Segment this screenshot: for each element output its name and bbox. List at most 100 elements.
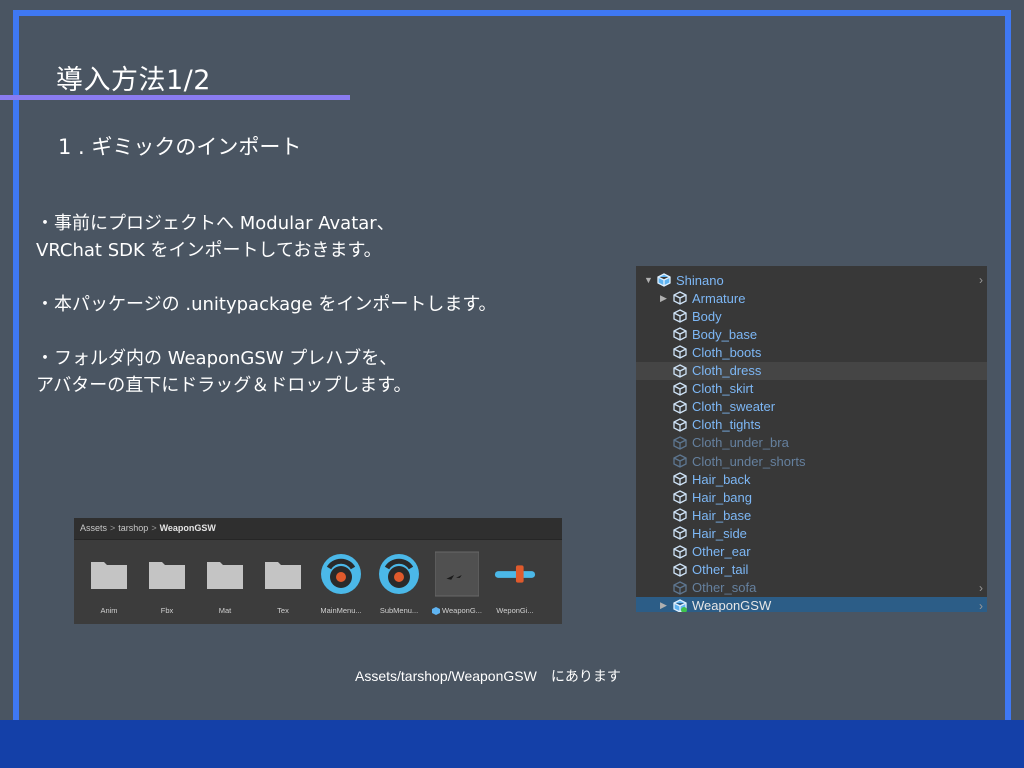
hierarchy-row[interactable]: Cloth_under_shorts: [636, 452, 987, 470]
hierarchy-row[interactable]: Cloth_sweater: [636, 398, 987, 416]
folder-icon: [91, 562, 127, 589]
folder-icon: [207, 562, 243, 589]
hierarchy-row[interactable]: Other_sofa ›: [636, 579, 987, 597]
hierarchy-row[interactable]: Hair_side: [636, 524, 987, 542]
gameobject-cube-icon: [673, 291, 687, 305]
asset-label: Anim: [100, 606, 118, 615]
instruction-line: ・事前にプロジェクトへ Modular Avatar、: [36, 213, 395, 234]
gameobject-cube-icon: [673, 490, 687, 504]
hierarchy-row-label: Hair_side: [692, 525, 747, 541]
asset-parameters[interactable]: WeponGi...: [486, 552, 544, 615]
asset-folder-anim[interactable]: Anim: [80, 552, 138, 615]
gameobject-cube-icon: [673, 544, 687, 559]
hierarchy-row[interactable]: Hair_bang: [636, 488, 987, 506]
asset-folder-tex[interactable]: Tex: [254, 552, 312, 615]
gameobject-cube-icon: [673, 562, 687, 577]
breadcrumb-separator: >: [151, 523, 157, 533]
hierarchy-row[interactable]: Body_base: [636, 325, 987, 343]
asset-label: Mat: [218, 606, 232, 615]
gameobject-cube-icon: [673, 436, 687, 450]
hierarchy-row-label: Cloth_tights: [692, 417, 761, 433]
gameobject-cube-icon: [673, 580, 687, 595]
instruction-item: ・事前にプロジェクトへ Modular Avatar、 VRChat SDK を…: [36, 210, 497, 264]
hierarchy-row[interactable]: ▶ WeaponGSW ›: [636, 596, 987, 612]
title-underline: [0, 95, 350, 100]
asset-main-menu[interactable]: MainMenu...: [312, 552, 370, 615]
folder-icon: [149, 562, 185, 589]
gameobject-cube-icon: [657, 273, 671, 287]
hierarchy-row-label: Other_sofa: [692, 580, 757, 596]
hierarchy-row[interactable]: Body: [636, 307, 987, 325]
hierarchy-row[interactable]: Cloth_skirt: [636, 380, 987, 398]
instruction-line: VRChat SDK をインポートしておきます。: [36, 240, 382, 261]
hierarchy-row[interactable]: ▶ Armature: [636, 289, 987, 307]
hierarchy-row-label: Body: [692, 308, 722, 324]
breadcrumb: Assets > tarshop > WeaponGSW: [74, 518, 562, 540]
open-prefab-chevron-icon[interactable]: ›: [979, 581, 983, 595]
hierarchy-row[interactable]: Cloth_boots: [636, 343, 987, 361]
instruction-list: ・事前にプロジェクトへ Modular Avatar、 VRChat SDK を…: [36, 210, 497, 426]
gameobject-cube-icon: [673, 508, 687, 523]
expand-arrow-closed-icon[interactable]: ▶: [660, 600, 667, 611]
gameobject-cube-icon: [673, 418, 687, 432]
expression-menu-icon: [379, 554, 419, 594]
hierarchy-row[interactable]: Cloth_dress: [636, 361, 987, 380]
hierarchy-row[interactable]: Cloth_tights: [636, 416, 987, 434]
hierarchy-row-label: Cloth_under_bra: [692, 435, 789, 451]
instruction-line: ・本パッケージの .unitypackage をインポートします。: [36, 294, 497, 315]
prefab-cube-icon: [432, 606, 441, 615]
asset-label: SubMenu...: [379, 606, 419, 615]
asset-folder-mat[interactable]: Mat: [196, 552, 254, 615]
hierarchy-row-label: Body_base: [692, 326, 758, 342]
hierarchy-row-label: Cloth_skirt: [692, 381, 754, 397]
hierarchy-row[interactable]: Other_tail: [636, 561, 987, 579]
open-prefab-chevron-icon[interactable]: ›: [979, 273, 983, 287]
expression-menu-icon: [321, 554, 361, 594]
hierarchy-row[interactable]: Hair_back: [636, 470, 987, 488]
breadcrumb-separator: >: [110, 523, 116, 533]
asset-label: Tex: [277, 606, 289, 615]
hierarchy-row-label: Cloth_sweater: [692, 399, 776, 415]
breadcrumb-item[interactable]: Assets: [80, 523, 107, 533]
hierarchy-row-label: Hair_back: [692, 471, 751, 487]
folder-icon: [265, 562, 301, 589]
breadcrumb-current[interactable]: WeaponGSW: [160, 523, 216, 533]
gameobject-cube-icon: [673, 327, 687, 342]
unity-project-panel: Assets > tarshop > WeaponGSW Anim Fbx Mat Te…: [74, 518, 562, 624]
bottom-bar: [0, 720, 1024, 768]
asset-label: WeaponG...: [432, 606, 482, 615]
instruction-item: ・フォルダ内の WeaponGSW プレハブを、 アバターの直下にドラッグ＆ドロ…: [36, 345, 497, 399]
asset-prefab-weapongsw[interactable]: WeaponG...: [428, 551, 486, 615]
hierarchy-row-label: Cloth_under_shorts: [692, 453, 806, 469]
hierarchy-row-label: Shinano: [676, 272, 724, 288]
gameobject-cube-icon: [673, 345, 687, 360]
parameters-icon: [494, 565, 536, 583]
asset-folder-fbx[interactable]: Fbx: [138, 552, 196, 615]
hierarchy-row-label: Cloth_dress: [692, 363, 762, 378]
asset-grid: Anim Fbx Mat Tex MainMenu... SubMenu... …: [74, 540, 562, 615]
asset-label-text: WeaponG...: [442, 606, 482, 615]
hierarchy-row-label: Hair_bang: [692, 489, 752, 505]
hierarchy-row-label: Cloth_boots: [692, 344, 762, 360]
hierarchy-row[interactable]: Hair_base: [636, 506, 987, 524]
gameobject-cube-icon: [673, 363, 687, 378]
slide-title: 導入方法1/2: [56, 65, 211, 96]
expand-arrow-open-icon[interactable]: ▼: [644, 275, 653, 285]
unity-hierarchy-panel: ▼ Shinano › ▶ Armature Body Body_base Cloth_boo…: [636, 266, 987, 612]
hierarchy-row-label: WeaponGSW: [692, 598, 772, 612]
open-prefab-chevron-icon[interactable]: ›: [979, 599, 983, 612]
gameobject-cube-icon: [673, 526, 687, 541]
gameobject-cube-icon: [673, 454, 687, 468]
expand-arrow-closed-icon[interactable]: ▶: [660, 293, 667, 304]
instruction-line: ・フォルダ内の WeaponGSW プレハブを、: [36, 348, 398, 369]
hierarchy-row[interactable]: ▼ Shinano ›: [636, 271, 987, 289]
gameobject-cube-icon: [673, 399, 687, 414]
gameobject-cube-icon: [673, 472, 687, 486]
instruction-item: ・本パッケージの .unitypackage をインポートします。: [36, 291, 497, 318]
asset-sub-menu[interactable]: SubMenu...: [370, 552, 428, 615]
hierarchy-row[interactable]: Other_ear: [636, 543, 987, 561]
breadcrumb-item[interactable]: tarshop: [118, 523, 148, 533]
hierarchy-row[interactable]: Cloth_under_bra: [636, 434, 987, 452]
instruction-line: アバターの直下にドラッグ＆ドロップします。: [36, 375, 412, 396]
prefab-thumbnail: [435, 551, 479, 597]
